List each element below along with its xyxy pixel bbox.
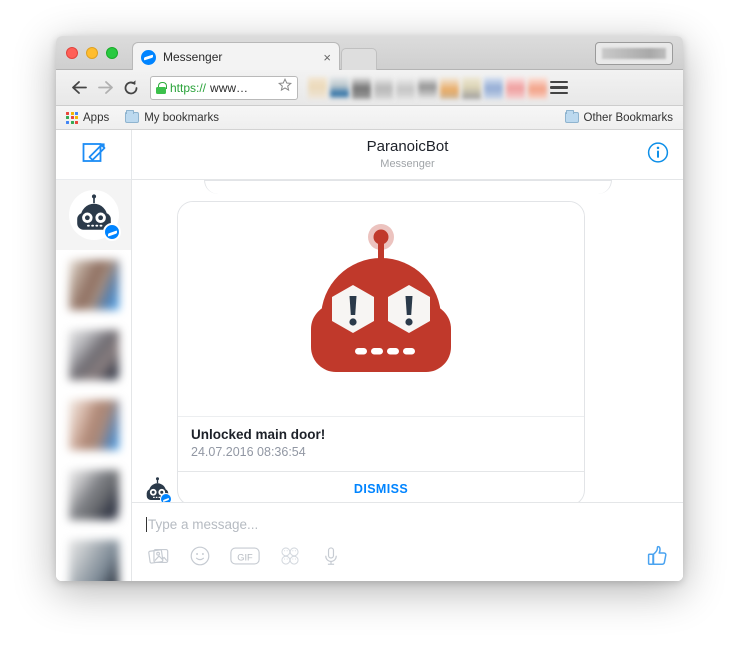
tab-title: Messenger [163,50,223,64]
messenger-badge-icon [102,223,121,241]
bookmark-icon[interactable] [462,76,481,99]
card-illustration [178,202,584,417]
svg-text:GIF: GIF [237,552,253,562]
bookmark-icon[interactable] [506,76,525,99]
card-body: Unlocked main door! 24.07.2016 08:36:54 [178,417,584,471]
bookmark-folder-my-bookmarks[interactable]: My bookmarks [125,110,219,124]
list-item[interactable] [56,250,131,320]
conversation-pane: ParanoicBot Messenger Unlocked main door… [132,130,683,581]
bookmark-icon[interactable] [440,76,459,99]
bookmark-icon[interactable] [330,76,349,99]
browser-toolbar: https:// www… [56,70,683,106]
info-icon[interactable] [647,141,669,168]
bookmark-folder-other-bookmarks[interactable]: Other Bookmarks [564,110,673,124]
apps-label: Apps [83,111,110,124]
microphone-icon[interactable] [320,545,342,572]
bookmark-icon[interactable] [418,76,437,99]
address-bar[interactable]: https:// www… [150,75,298,100]
page-title: ParanoicBot [366,138,449,156]
previous-message-card[interactable] [203,180,612,194]
message-input[interactable]: Type a message... [146,513,669,535]
bookmark-icon-strip [308,75,673,101]
url-text: www… [210,80,249,95]
new-tab-button[interactable] [341,48,377,71]
profile-button[interactable] [595,42,673,65]
blurred-contact-avatar [68,540,119,581]
bookmark-icon[interactable] [396,76,415,99]
blurred-contact-avatar [68,260,119,310]
messenger-badge-icon [160,493,172,502]
reload-icon[interactable] [118,75,144,101]
browser-window: Messenger × https:// www… Apps My bookma… [56,36,683,581]
compose-button[interactable] [56,130,131,180]
bookmark-folder-label: My bookmarks [144,111,219,124]
chrome-menu-icon[interactable] [550,75,568,101]
photo-icon[interactable] [148,545,170,572]
bookmarks-bar: Apps My bookmarks Other Bookmarks [56,106,683,130]
thumbs-up-icon[interactable] [645,544,669,573]
text-caret [146,516,147,532]
blurred-contact-avatar [68,330,119,380]
message-row: Unlocked main door! 24.07.2016 08:36:54 … [144,201,671,502]
sender-avatar [144,477,172,502]
compose-icon [81,139,107,170]
folder-icon [125,110,140,123]
maximize-window-button[interactable] [106,47,118,59]
bookmark-icon[interactable] [484,76,503,99]
message-card[interactable]: Unlocked main door! 24.07.2016 08:36:54 … [177,201,585,502]
browser-titlebar: Messenger × [56,36,683,71]
sidebar-item-paranoicbot[interactable] [56,180,131,250]
bookmark-icon[interactable] [528,76,547,99]
message-list[interactable]: Unlocked main door! 24.07.2016 08:36:54 … [132,180,683,502]
list-item[interactable] [56,530,131,581]
other-bookmarks-label: Other Bookmarks [583,111,673,124]
messenger-app: ParanoicBot Messenger Unlocked main door… [56,130,683,581]
card-timestamp: 24.07.2016 08:36:54 [191,445,306,459]
gif-icon[interactable]: GIF [230,545,260,572]
folder-icon [564,110,579,123]
sticker-icon[interactable] [279,545,301,572]
blurred-contact-avatar [68,470,119,520]
bookmark-icon[interactable] [374,76,393,99]
emoji-icon[interactable] [189,545,211,572]
conversation-header: ParanoicBot Messenger [132,130,683,180]
window-controls [66,47,118,59]
message-input-placeholder: Type a message... [148,516,259,532]
browser-tab-messenger[interactable]: Messenger × [132,42,340,71]
list-item[interactable] [56,320,131,390]
avatar [68,190,121,241]
back-icon[interactable] [66,75,92,101]
card-title: Unlocked main door! [191,427,326,442]
conversation-sidebar [56,130,132,581]
list-item[interactable] [56,460,131,530]
lock-icon [156,81,167,94]
apps-grid-icon [66,111,78,124]
list-item[interactable] [56,390,131,460]
close-window-button[interactable] [66,47,78,59]
bookmark-icon[interactable] [352,76,371,99]
bookmark-icon[interactable] [308,76,327,99]
url-scheme: https:// [170,80,207,95]
close-icon[interactable]: × [319,51,331,64]
blurred-contact-avatar [68,400,119,450]
messenger-icon [141,49,156,65]
conversation-subtitle: Messenger [380,157,435,170]
forward-icon[interactable] [92,75,118,101]
alert-robot-icon [303,222,459,397]
profile-name-redacted [602,48,666,59]
message-composer: Type a message... GIF [132,502,683,581]
composer-toolbar: GIF [146,544,669,573]
dismiss-button[interactable]: DISMISS [178,471,584,502]
minimize-window-button[interactable] [86,47,98,59]
star-icon[interactable] [277,78,293,97]
apps-shortcut[interactable]: Apps [66,111,110,124]
